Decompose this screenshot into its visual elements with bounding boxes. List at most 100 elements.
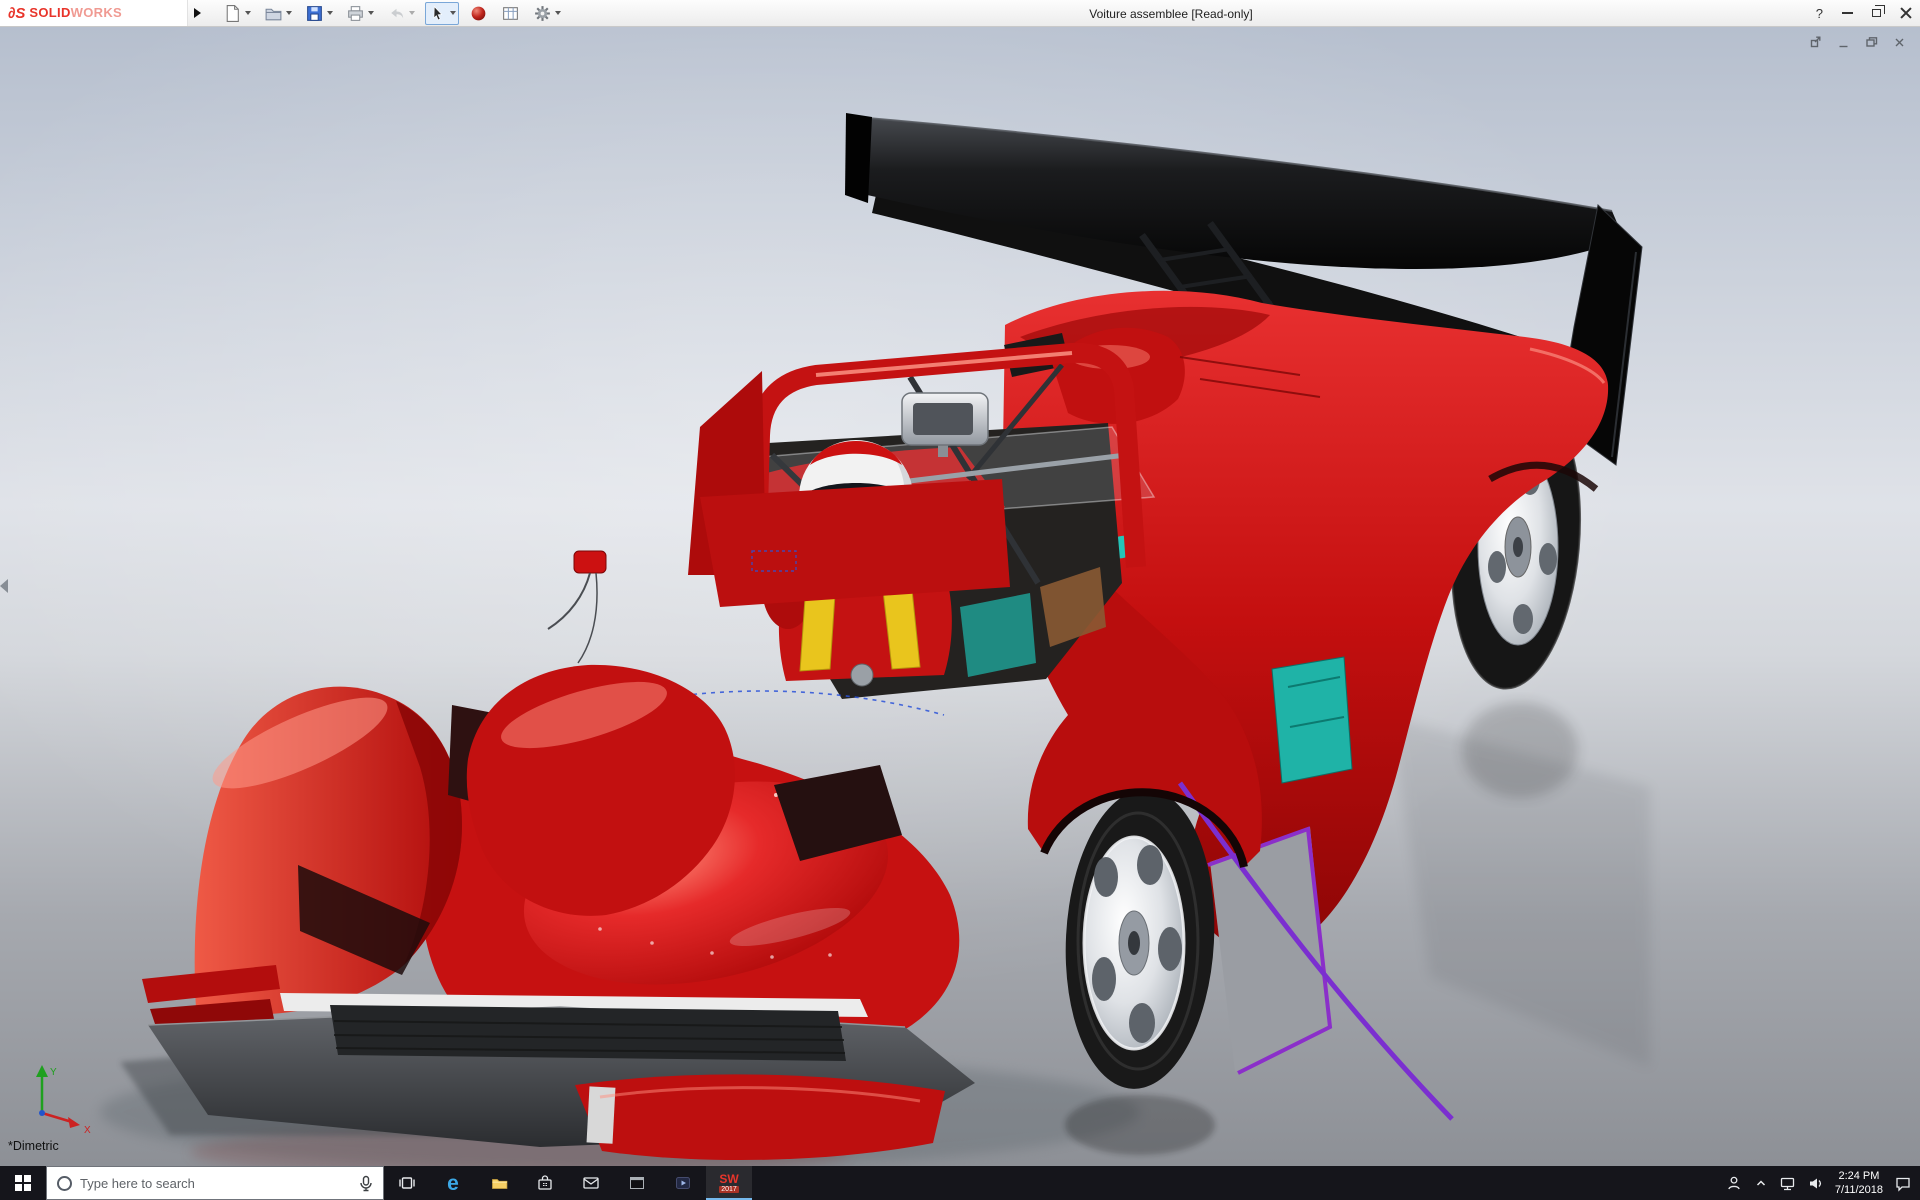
design-table-icon — [501, 4, 520, 23]
taskbar-apps: e SW 2017 — [384, 1166, 752, 1200]
media-app-icon — [674, 1174, 692, 1192]
window-title: Voiture assemblee [Read-only] — [530, 7, 1812, 21]
search-input[interactable] — [80, 1176, 351, 1191]
volume-icon — [1807, 1175, 1824, 1192]
ds-logo-icon: ∂S — [8, 5, 25, 22]
taskbar-search[interactable] — [46, 1166, 384, 1200]
action-center-icon — [1894, 1174, 1912, 1192]
task-view-button[interactable] — [384, 1166, 430, 1200]
dropdown-caret-icon — [286, 11, 292, 15]
close-button[interactable] — [1900, 0, 1912, 26]
volume-button[interactable] — [1807, 1175, 1824, 1192]
print-button[interactable] — [343, 2, 377, 25]
edge-browser-button[interactable]: e — [430, 1166, 476, 1200]
mail-button[interactable] — [568, 1166, 614, 1200]
start-button[interactable] — [0, 1166, 46, 1200]
car-scene[interactable] — [0, 27, 1920, 1166]
solidworks-window: ∂S SOLIDWORKS — [0, 0, 1920, 1200]
save-button[interactable] — [302, 2, 336, 25]
restore-document-icon — [1809, 36, 1822, 49]
system-tray: 2:24 PM 7/11/2018 — [1725, 1166, 1920, 1200]
save-floppy-icon — [305, 4, 324, 23]
media-app-button[interactable] — [660, 1166, 706, 1200]
new-document-icon — [223, 4, 242, 23]
file-explorer-button[interactable] — [476, 1166, 522, 1200]
windows-logo-icon — [15, 1175, 31, 1191]
flyout-arrow-icon — [194, 8, 201, 18]
solidworks-app-button[interactable]: SW 2017 — [706, 1166, 752, 1200]
menu-flyout-button[interactable] — [188, 0, 206, 26]
dropdown-caret-icon — [450, 11, 456, 15]
edge-icon: e — [447, 1173, 459, 1194]
dropdown-caret-icon — [245, 11, 251, 15]
close-document-icon — [1893, 36, 1906, 49]
console-icon — [628, 1174, 646, 1192]
document-restore-button[interactable] — [1809, 36, 1822, 49]
microphone-icon[interactable] — [359, 1175, 373, 1192]
brand-works: WORKS — [71, 5, 122, 20]
hidden-icons-button[interactable] — [1754, 1176, 1768, 1190]
restore-icon — [1872, 9, 1881, 17]
y-axis-label: Y — [50, 1067, 57, 1078]
y-axis-arrow — [36, 1065, 48, 1077]
titlebar: ∂S SOLIDWORKS — [0, 0, 1920, 27]
network-icon — [1779, 1175, 1796, 1192]
windows-taskbar: e SW 2017 — [0, 1166, 1920, 1200]
undo-arrow-icon — [387, 4, 406, 23]
chevron-up-icon — [1754, 1176, 1768, 1190]
x-axis-arrow — [68, 1117, 80, 1128]
dropdown-caret-icon — [368, 11, 374, 15]
graphics-area[interactable]: Y X *Dimetric — [0, 27, 1920, 1166]
clock[interactable]: 2:24 PM 7/11/2018 — [1835, 1169, 1883, 1198]
printer-icon — [346, 4, 365, 23]
store-icon — [536, 1174, 554, 1192]
design-table-button[interactable] — [498, 2, 523, 25]
action-center-button[interactable] — [1894, 1174, 1912, 1192]
window-controls: ? — [1816, 0, 1912, 26]
minimize-icon — [1842, 12, 1853, 14]
dropdown-caret-icon — [409, 11, 415, 15]
document-maximize-button[interactable] — [1865, 36, 1878, 49]
cortana-icon — [57, 1176, 72, 1191]
standard-toolbar — [206, 2, 564, 25]
document-close-button[interactable] — [1893, 36, 1906, 49]
solidworks-logo[interactable]: ∂S SOLIDWORKS — [0, 0, 188, 26]
minimize-document-icon — [1837, 36, 1850, 49]
appearance-sphere-icon — [469, 4, 488, 23]
dropdown-caret-icon — [327, 11, 333, 15]
z-axis-dot — [39, 1110, 45, 1116]
restore-button[interactable] — [1872, 0, 1881, 26]
file-explorer-icon — [490, 1174, 508, 1192]
x-axis-label: X — [84, 1125, 91, 1136]
task-view-icon — [398, 1174, 416, 1192]
brand-solid: SOLID — [29, 5, 70, 20]
people-button[interactable] — [1725, 1174, 1743, 1192]
maximize-document-icon — [1865, 36, 1878, 49]
minimize-button[interactable] — [1842, 0, 1853, 26]
open-document-button[interactable] — [261, 2, 295, 25]
clock-date: 7/11/2018 — [1835, 1183, 1883, 1197]
side-mirror[interactable] — [548, 551, 606, 663]
solidworks-icon: SW 2017 — [719, 1173, 739, 1193]
new-document-button[interactable] — [220, 2, 254, 25]
orientation-triad: Y X — [16, 1055, 112, 1151]
document-minimize-button[interactable] — [1837, 36, 1850, 49]
microsoft-store-button[interactable] — [522, 1166, 568, 1200]
close-icon — [1900, 7, 1912, 19]
clock-time: 2:24 PM — [1835, 1169, 1883, 1183]
people-icon — [1725, 1174, 1743, 1192]
console-window-button[interactable] — [614, 1166, 660, 1200]
network-button[interactable] — [1779, 1175, 1796, 1192]
open-folder-icon — [264, 4, 283, 23]
mail-icon — [582, 1174, 600, 1192]
select-tool-button[interactable] — [425, 2, 459, 25]
panel-collapse-arrow-icon[interactable] — [0, 579, 8, 593]
view-orientation-label: *Dimetric — [8, 1139, 59, 1153]
document-window-controls — [1809, 36, 1906, 49]
select-cursor-icon — [428, 4, 447, 23]
side-vent-teal — [1272, 657, 1352, 783]
appearance-button[interactable] — [466, 2, 491, 25]
help-button[interactable]: ? — [1816, 0, 1823, 26]
undo-button[interactable] — [384, 2, 418, 25]
car-model[interactable] — [142, 113, 1642, 1160]
